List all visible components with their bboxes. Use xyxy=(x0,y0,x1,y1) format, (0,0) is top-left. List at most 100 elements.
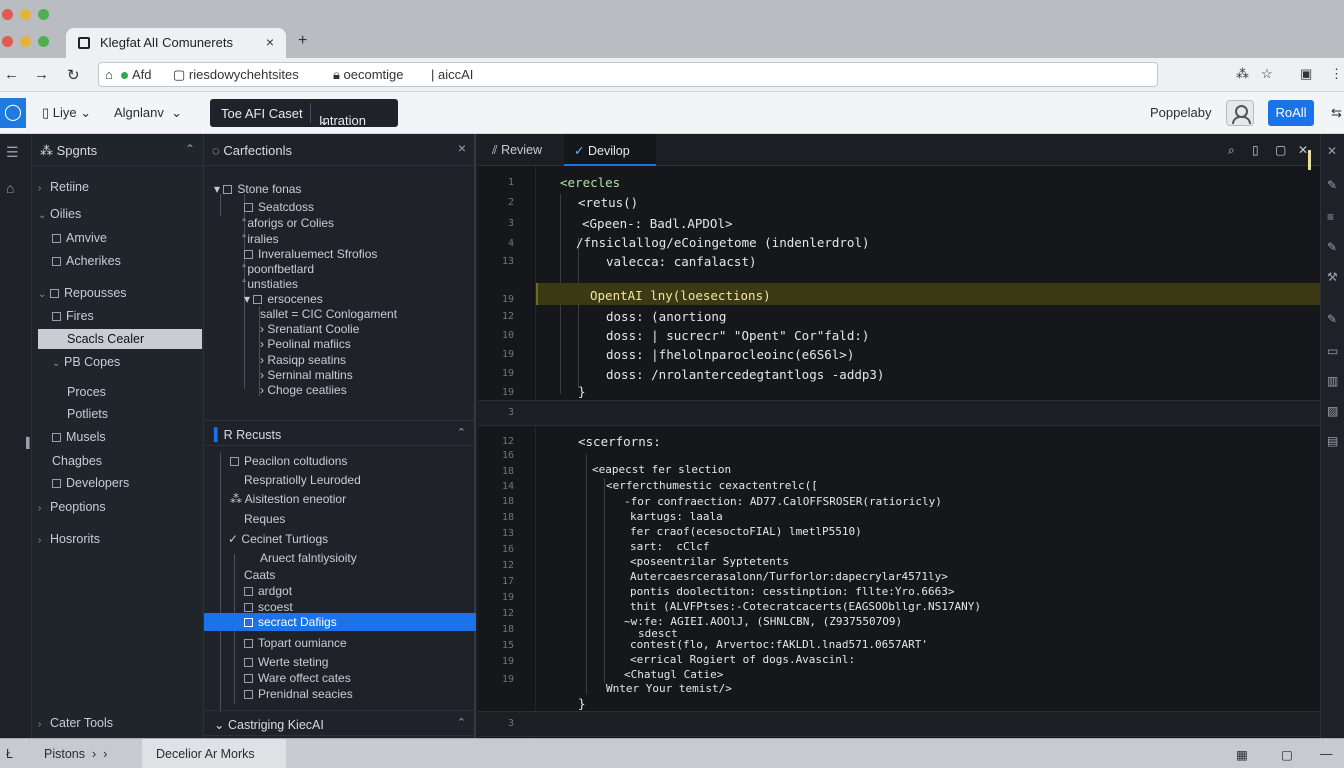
code-line[interactable]: doss: (anortiong xyxy=(606,309,726,324)
code-line[interactable]: <Gpeen-: Badl.APDOl> xyxy=(582,216,733,231)
page-info-icon[interactable]: ⌂ xyxy=(105,67,113,82)
code-line[interactable]: doss: |fhelolnparocleoinc(e6S6l>) xyxy=(606,347,854,362)
request-item[interactable]: Topart oumiance xyxy=(244,636,347,650)
chevron-up-icon[interactable]: ⌃ xyxy=(457,426,466,439)
search-icon[interactable]: ⌕ xyxy=(1228,143,1235,158)
code-line[interactable]: Wnter Your temist/> xyxy=(606,682,732,695)
code-line[interactable]: doss: | sucrecr" "Opent" Cor"fald:) xyxy=(606,328,869,343)
code-line-active[interactable]: OpentAI lny(loesections) xyxy=(590,288,771,303)
tree-item[interactable]: ꜙ poonfbetlard xyxy=(244,262,314,276)
request-item[interactable]: Ware offect cates xyxy=(244,671,351,685)
menu-1[interactable]: ▯ Liye ⌄ xyxy=(42,105,91,121)
window-close-dot[interactable] xyxy=(2,9,13,20)
sidebar-item[interactable]: › Peoptions xyxy=(38,500,106,514)
split-icon[interactable]: ▯ xyxy=(1252,143,1259,157)
menu-2[interactable]: Algnlanv ⌄ xyxy=(114,105,182,121)
code-line[interactable]: <eapecst fer slection xyxy=(592,463,731,476)
code-line[interactable]: <erfercthumestic cexactentrelc([ xyxy=(606,479,818,492)
tree-item[interactable]: ꜙ iralies xyxy=(244,232,278,246)
code-line[interactable]: <poseentrilar Syptetents xyxy=(630,555,789,568)
hamburger-icon[interactable]: ☰ xyxy=(6,144,19,161)
new-tab-button[interactable]: + xyxy=(298,32,307,50)
sidebar-item[interactable]: Developers xyxy=(52,476,129,490)
window-zoom-dot-2[interactable] xyxy=(38,36,49,47)
tab-review[interactable]: ⫽ Review xyxy=(478,134,562,166)
tree-item[interactable]: ꜙ unstiaties xyxy=(244,277,298,291)
minus-icon[interactable]: — xyxy=(1320,747,1333,761)
panel-toggle-icon[interactable]: Ł xyxy=(6,747,13,761)
tree-item[interactable]: ▾ ersocenes xyxy=(244,292,323,306)
code-line[interactable]: doss: /nrolantercedegtantlogs -addp3) xyxy=(606,367,884,382)
window-minimize-dot-2[interactable] xyxy=(20,36,31,47)
folder-icon[interactable]: ▤ xyxy=(1327,434,1338,448)
fold-separator[interactable]: 3 xyxy=(478,400,1320,426)
code-line[interactable]: pontis doolectiton: cesstinption: fllte:… xyxy=(630,585,955,598)
code-line[interactable]: fer craof(ecesoctoFIAL) lmetlP5510) xyxy=(630,525,862,538)
window-minimize-dot[interactable] xyxy=(20,9,31,20)
columns-icon[interactable]: ▥ xyxy=(1327,374,1338,388)
code-line[interactable]: /fnsiclallog/eCoingetome (indenlerdrol) xyxy=(576,235,870,250)
profile-icon[interactable]: ▣ xyxy=(1300,66,1312,82)
sidebar-item[interactable]: › Hosrorits xyxy=(38,532,100,546)
code-line[interactable]: <errical Rogiert of dogs.Avascinl: xyxy=(630,653,855,666)
request-item[interactable]: Reques xyxy=(244,512,285,526)
window-close-dot-2[interactable] xyxy=(2,36,13,47)
sidebar-item[interactable]: Musels xyxy=(52,430,106,444)
back-button[interactable]: ← xyxy=(4,66,19,83)
pen-icon[interactable]: ✎ xyxy=(1327,240,1337,254)
sidebar-item[interactable]: › Cater Tools xyxy=(38,716,113,730)
sidebar-item[interactable]: ⌄ PB Copes xyxy=(52,355,120,369)
chevron-up-icon[interactable]: ⌃ xyxy=(185,142,195,156)
image-icon[interactable]: ▨ xyxy=(1327,404,1338,418)
code-line[interactable]: valecca: canfalacst) xyxy=(606,254,757,269)
code-line[interactable]: Autercaesrcerasalonn/Turforlor:dapecryla… xyxy=(630,570,948,583)
extensions-icon[interactable]: ⁂ xyxy=(1236,66,1249,82)
sidebar-item[interactable]: Potliets xyxy=(67,407,108,421)
sidebar-item[interactable]: Fires xyxy=(52,309,94,323)
tab-develop[interactable]: ✓ Devilop xyxy=(564,134,656,166)
tree-item[interactable]: › Choge ceatiies xyxy=(260,383,347,397)
code-line[interactable]: <scerforns: xyxy=(578,434,661,449)
primary-button[interactable]: RoAll xyxy=(1268,100,1314,126)
request-item[interactable]: Werte steting xyxy=(244,655,328,669)
chevron-up-icon[interactable]: ⌃ xyxy=(457,716,466,729)
code-line[interactable]: <retus() xyxy=(578,195,638,210)
forward-button[interactable]: → xyxy=(34,66,49,83)
sidebar-item[interactable]: › Retiine xyxy=(38,180,89,194)
close-icon[interactable]: ✕ xyxy=(1327,144,1337,158)
tree-item[interactable]: › Peolinal mafiics xyxy=(260,337,351,351)
tree-item[interactable]: › Srenatiant Coolie xyxy=(260,322,359,336)
sidebar-item-selected[interactable]: Scacls Cealer xyxy=(38,329,202,349)
code-line[interactable]: } xyxy=(578,384,586,399)
sidebar-item[interactable]: Chagbes xyxy=(52,454,102,468)
sidebar-item[interactable]: ⌄ Oilies xyxy=(38,207,81,221)
tree-item[interactable]: › Rasiqp seatins xyxy=(260,353,346,367)
browser-tab[interactable]: Klegfat AlI Comunerets × xyxy=(66,28,286,58)
code-line[interactable]: thit (ALVFPtses:-Cotecratcacerts(EAGSOOb… xyxy=(630,600,981,613)
tree-item[interactable]: Inveraluemect Sfrofios xyxy=(244,247,377,261)
code-line[interactable]: -for confraection: AD77.CalOFFSROSER(rat… xyxy=(624,495,942,508)
mode-switch[interactable]: Toe AFI Caset Intration ⌄ xyxy=(210,99,398,128)
code-line[interactable]: } xyxy=(578,696,586,711)
header-right-label[interactable]: Poppelaby xyxy=(1150,105,1211,120)
sidebar-item[interactable]: Proces xyxy=(67,385,106,399)
sidebar-item[interactable]: Acherikes xyxy=(52,254,121,268)
window-icon[interactable]: ▭ xyxy=(1327,344,1338,358)
tree-item[interactable]: ▾ Stone fonas xyxy=(214,182,301,196)
edit-icon[interactable]: ✎ xyxy=(1327,312,1337,326)
list-icon[interactable]: ≡ xyxy=(1327,210,1334,224)
tree-item[interactable]: sallet = CIC Conlogament xyxy=(260,307,397,321)
code-line[interactable]: contest(flo, Arvertoc:fAKLDl.lnad571.065… xyxy=(630,638,928,651)
request-item[interactable]: Respratiolly Leuroded xyxy=(244,473,361,487)
address-bar[interactable]: ⌂ Afd ▢ riesdowychehtsites 🔒︎ oecomtige … xyxy=(98,62,1158,87)
app-logo-icon[interactable]: ◯ xyxy=(0,98,26,128)
close-icon[interactable]: × xyxy=(458,140,466,156)
request-item[interactable]: Peacilon coltudions xyxy=(230,454,347,468)
tree-item[interactable]: Seatcdoss xyxy=(244,200,314,214)
castriging-section-header[interactable]: ⌄ Castriging KiecAI ⌃ xyxy=(204,710,476,736)
request-item[interactable]: Aruect falntiysioity xyxy=(260,551,357,565)
tool-icon[interactable]: ⚒ xyxy=(1327,270,1338,284)
close-icon[interactable]: ✕ xyxy=(1298,143,1308,157)
fold-separator[interactable]: 3 xyxy=(478,711,1320,737)
code-line[interactable]: sart: cClcf xyxy=(630,540,709,553)
